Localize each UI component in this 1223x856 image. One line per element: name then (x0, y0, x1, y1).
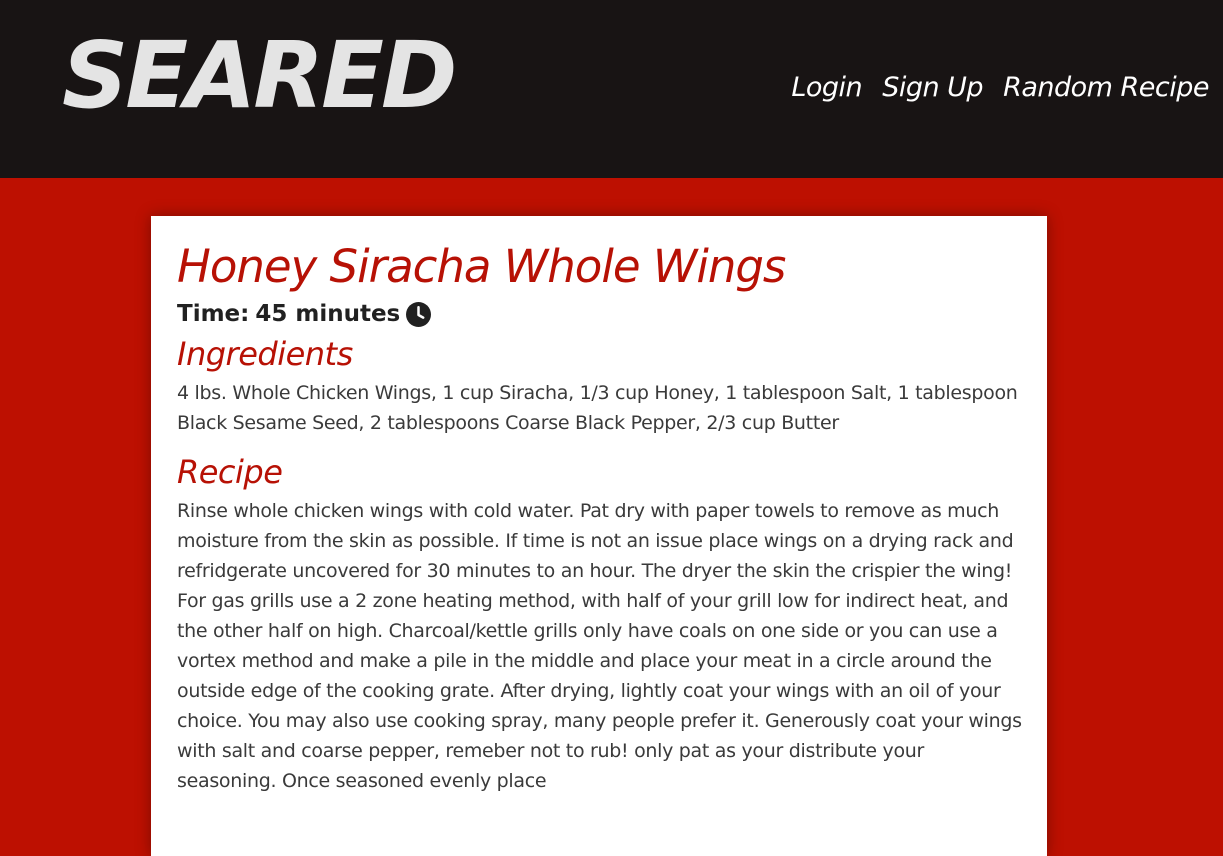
recipe-title: Honey Siracha Whole Wings (177, 240, 786, 293)
clock-icon (406, 302, 432, 328)
recipe-time: Time: 45 minutes (177, 300, 1023, 330)
nav-login-link[interactable]: Login (791, 70, 862, 105)
ingredients-heading: Ingredients (177, 334, 353, 373)
time-label: Time: (177, 301, 250, 327)
time-value: 45 minutes (255, 301, 401, 327)
ingredients-text: 4 lbs. Whole Chicken Wings, 1 cup Sirach… (177, 381, 1018, 434)
recipe-heading: Recipe (177, 452, 283, 491)
site-header: SEARED Login Sign Up Random Recipe (0, 0, 1223, 178)
nav-random-recipe-link[interactable]: Random Recipe (1003, 70, 1209, 105)
recipe-instructions: Rinse whole chicken wings with cold wate… (177, 499, 1022, 792)
nav-signup-link[interactable]: Sign Up (882, 70, 983, 105)
recipe-card: Honey Siracha Whole Wings Time: 45 minut… (151, 216, 1047, 856)
main-nav: Login Sign Up Random Recipe (791, 70, 1209, 105)
site-logo[interactable]: SEARED (62, 30, 457, 122)
